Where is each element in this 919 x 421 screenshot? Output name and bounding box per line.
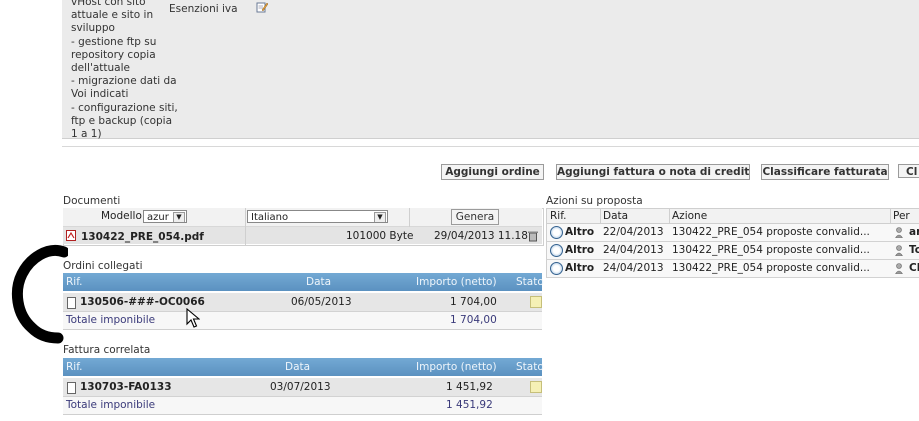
table-row[interactable]: 130506-###-OC0066 06/05/2013 1 704,00 bbox=[63, 293, 542, 312]
proposal-actions-title: Azioni su proposta bbox=[546, 195, 643, 207]
action-date: 24/04/2013 bbox=[603, 262, 664, 274]
order-date: 06/05/2013 bbox=[291, 296, 352, 308]
invoice-date: 03/07/2013 bbox=[270, 381, 331, 393]
header-ref: Rif. bbox=[550, 210, 567, 222]
add-invoice-button[interactable]: Aggiungi fattura o nota di credito bbox=[556, 164, 750, 180]
action-type: Altro bbox=[565, 226, 595, 238]
header-action: Azione bbox=[672, 210, 708, 222]
chevron-down-icon: ▼ bbox=[173, 212, 185, 222]
description-line: repository copia bbox=[71, 48, 156, 61]
order-amount: 1 704,00 bbox=[450, 296, 497, 308]
language-select-value: Italiano bbox=[251, 212, 289, 223]
document-icon bbox=[67, 382, 76, 394]
table-row[interactable]: Altro 24/04/2013 130422_PRE_054 proposte… bbox=[546, 260, 919, 278]
action-date: 22/04/2013 bbox=[603, 226, 664, 238]
total-label: Totale imponibile bbox=[66, 399, 156, 411]
description-line: Voi indicati bbox=[71, 88, 129, 101]
add-order-button[interactable]: Aggiungi ordine bbox=[441, 164, 544, 180]
header-by: Per bbox=[893, 210, 910, 222]
description-line: attuale e sito in bbox=[71, 9, 154, 22]
freehand-annotation bbox=[11, 245, 68, 344]
person-icon bbox=[895, 263, 903, 274]
document-icon bbox=[67, 297, 76, 309]
status-badge bbox=[530, 296, 542, 308]
description-line: 1 a 1) bbox=[71, 128, 102, 141]
document-file-size: 101000 Byte bbox=[346, 230, 414, 242]
description-line: vHost con sito bbox=[71, 0, 146, 8]
table-row[interactable]: 130703-FA0133 03/07/2013 1 451,92 bbox=[63, 378, 542, 397]
generate-button[interactable]: Genera bbox=[451, 209, 499, 225]
documents-title: Documenti bbox=[63, 195, 121, 207]
clock-icon bbox=[550, 226, 563, 239]
language-select[interactable]: Italiano ▼ bbox=[247, 210, 388, 223]
total-value: 1 704,00 bbox=[450, 314, 497, 326]
iva-exemption-label: Esenzioni iva bbox=[169, 3, 238, 15]
action-user[interactable]: To bbox=[909, 242, 919, 259]
person-icon bbox=[895, 227, 903, 238]
column-divider bbox=[245, 208, 246, 245]
separator bbox=[62, 146, 919, 147]
edit-icon[interactable] bbox=[256, 1, 268, 13]
invoice-total-row: Totale imponibile 1 451,92 bbox=[63, 397, 542, 415]
action-date: 24/04/2013 bbox=[603, 244, 664, 256]
linked-orders-title: Ordini collegati bbox=[63, 260, 143, 272]
header-date[interactable]: Data bbox=[285, 358, 310, 376]
clock-icon bbox=[550, 262, 563, 275]
model-select[interactable]: azur ▼ bbox=[143, 210, 187, 223]
header-status[interactable]: Stato bbox=[516, 358, 544, 376]
invoice-amount: 1 451,92 bbox=[446, 381, 493, 393]
action-type: Altro bbox=[565, 262, 595, 274]
description-line: - configurazione siti, bbox=[71, 101, 178, 114]
action-description[interactable]: 130422_PRE_054 proposte convalid... bbox=[672, 260, 870, 277]
total-value: 1 451,92 bbox=[446, 399, 493, 411]
description-panel bbox=[62, 0, 919, 139]
person-icon bbox=[895, 245, 903, 256]
orders-table-header: Rif. Data Importo (netto) Stato bbox=[63, 273, 544, 291]
related-invoice-title: Fattura correlata bbox=[63, 344, 151, 356]
pdf-icon bbox=[66, 230, 76, 241]
model-label: Modello bbox=[101, 210, 142, 222]
header-ref[interactable]: Rif. bbox=[66, 358, 82, 376]
close-button-partial[interactable]: Cl bbox=[898, 164, 919, 178]
invoice-ref-link[interactable]: 130703-FA0133 bbox=[80, 378, 172, 396]
header-date: Data bbox=[603, 210, 629, 222]
description-text: vHost con sito attuale e sito in svilupp… bbox=[71, 0, 178, 141]
model-select-value: azur bbox=[147, 212, 169, 223]
action-user[interactable]: an bbox=[909, 224, 919, 241]
clock-icon bbox=[550, 244, 563, 257]
action-description[interactable]: 130422_PRE_054 proposte convalid... bbox=[672, 224, 870, 241]
document-file-link[interactable]: 130422_PRE_054.pdf bbox=[81, 231, 204, 243]
header-amount[interactable]: Importo (netto) bbox=[416, 358, 497, 376]
table-row[interactable]: Altro 22/04/2013 130422_PRE_054 proposte… bbox=[546, 224, 919, 242]
orders-total-row: Totale imponibile 1 704,00 bbox=[63, 312, 542, 330]
chevron-down-icon: ▼ bbox=[374, 212, 386, 222]
column-divider bbox=[409, 208, 410, 227]
action-user[interactable]: Cl bbox=[909, 260, 919, 277]
header-ref[interactable]: Rif. bbox=[66, 273, 82, 291]
description-line: - migrazione dati da bbox=[71, 75, 177, 88]
actions-table-header: Rif. Data Azione Per bbox=[546, 208, 919, 224]
action-type: Altro bbox=[565, 244, 595, 256]
total-label: Totale imponibile bbox=[66, 314, 156, 326]
mouse-cursor-icon bbox=[186, 308, 200, 328]
invoice-table-header: Rif. Data Importo (netto) Stato bbox=[63, 358, 544, 376]
description-line: sviluppo bbox=[71, 22, 115, 35]
action-description[interactable]: 130422_PRE_054 proposte convalid... bbox=[672, 242, 870, 259]
description-line: dell'attuale bbox=[71, 62, 130, 75]
header-status[interactable]: Stato bbox=[516, 273, 544, 291]
trash-icon[interactable] bbox=[527, 230, 539, 242]
status-badge bbox=[530, 381, 542, 393]
document-file-date: 29/04/2013 11.18 bbox=[434, 230, 528, 242]
header-date[interactable]: Data bbox=[306, 273, 331, 291]
table-row[interactable]: Altro 24/04/2013 130422_PRE_054 proposte… bbox=[546, 242, 919, 260]
description-line: - gestione ftp su bbox=[71, 35, 157, 48]
description-line: ftp e backup (copia bbox=[71, 114, 173, 127]
header-amount[interactable]: Importo (netto) bbox=[416, 273, 497, 291]
classify-invoiced-button[interactable]: Classificare fatturata bbox=[761, 164, 889, 180]
